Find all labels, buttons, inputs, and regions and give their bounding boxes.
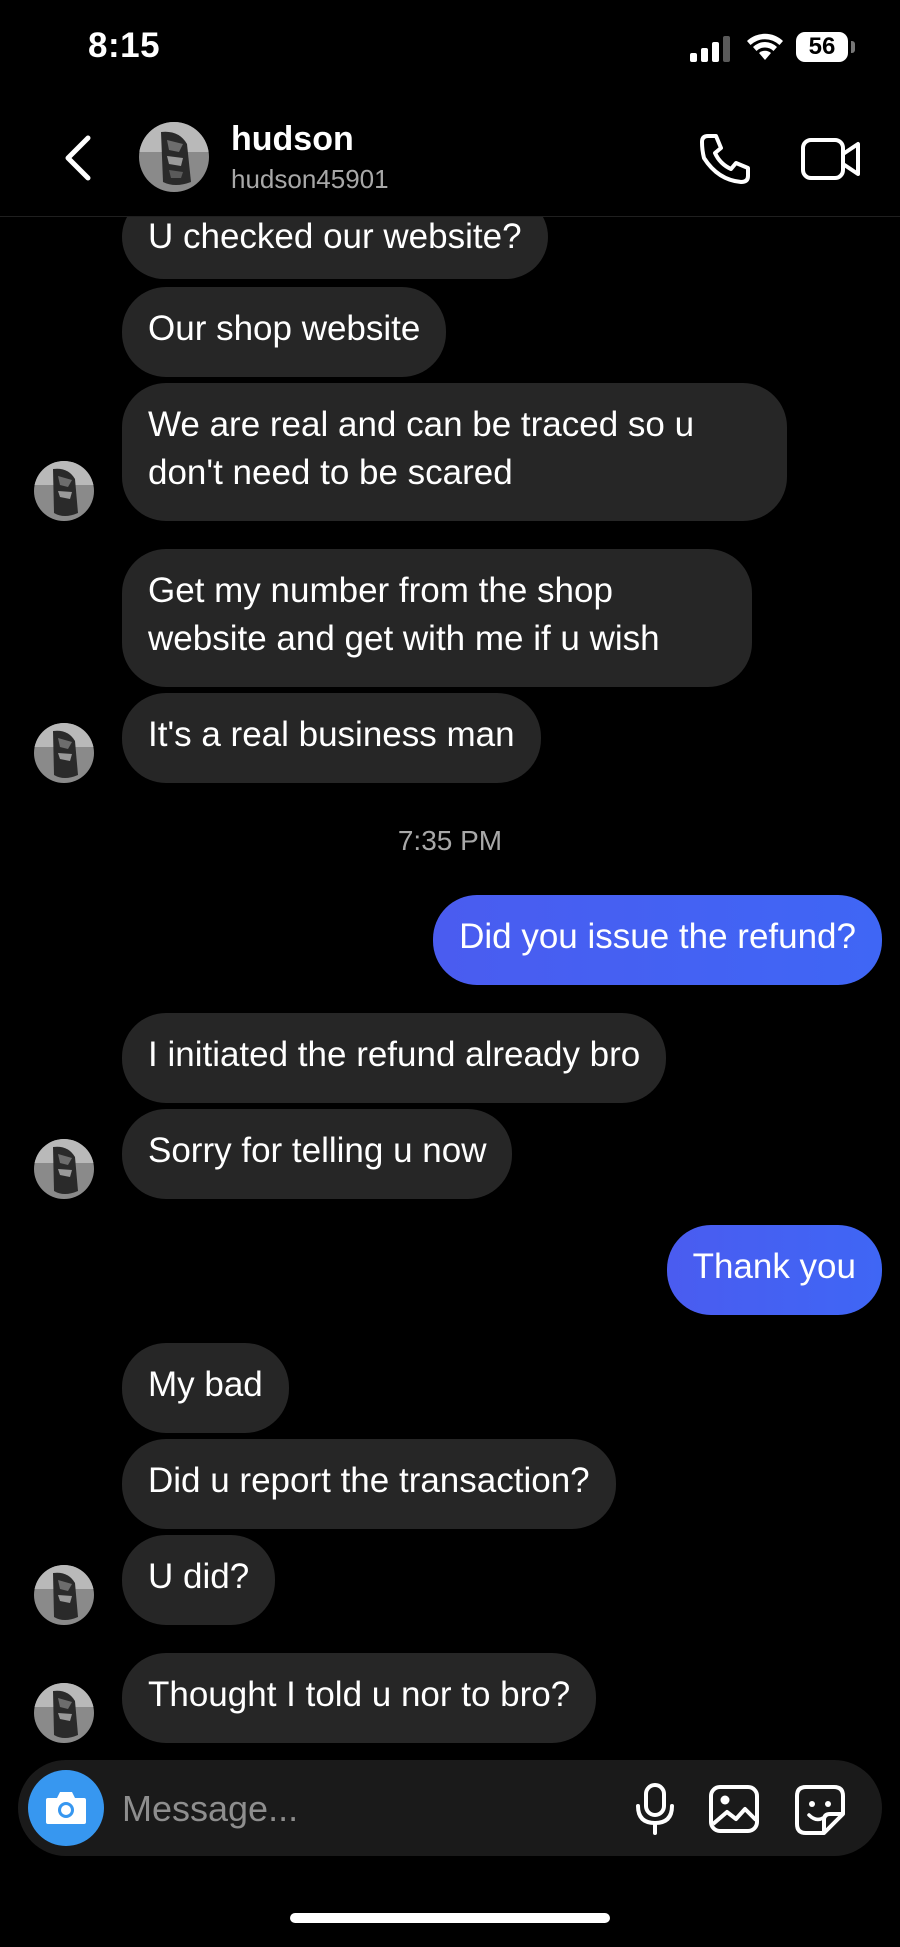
- message-timestamp: 7:35 PM: [397, 825, 503, 856]
- back-chevron-icon[interactable]: [58, 130, 98, 186]
- contact-name[interactable]: hudson: [231, 120, 354, 159]
- message-input[interactable]: [120, 1778, 624, 1840]
- sender-avatar[interactable]: [34, 461, 94, 521]
- gallery-icon[interactable]: [708, 1784, 760, 1834]
- message-bubble-received[interactable]: I initiated the refund already bro: [122, 1013, 667, 1103]
- status-time: 8:15: [88, 26, 161, 65]
- message-bubble-received[interactable]: Get my number from the shop website and …: [122, 549, 752, 687]
- battery-indicator: 56: [796, 32, 848, 62]
- contact-avatar[interactable]: [139, 122, 209, 192]
- camera-icon: [46, 1792, 86, 1824]
- video-call-icon[interactable]: [800, 134, 862, 184]
- message-bubble-received[interactable]: Sorry for telling u now: [122, 1109, 513, 1199]
- message-bubble-received[interactable]: Our shop website: [122, 287, 447, 377]
- sender-avatar[interactable]: [34, 723, 94, 783]
- sender-avatar[interactable]: [34, 1683, 94, 1743]
- message-bubble-received[interactable]: U checked our website?: [122, 217, 548, 279]
- message-bubble-received[interactable]: Did u report the transaction?: [122, 1439, 616, 1529]
- cellular-signal-icon: [690, 36, 730, 62]
- message-bubble-received[interactable]: It's a real business man: [122, 693, 541, 783]
- message-bubble-sent[interactable]: Thank you: [666, 1225, 882, 1315]
- home-indicator: [290, 1913, 610, 1923]
- message-bubble-received[interactable]: U did?: [122, 1535, 276, 1625]
- camera-button[interactable]: [28, 1770, 104, 1846]
- sender-avatar[interactable]: [34, 1565, 94, 1625]
- sender-avatar[interactable]: [34, 1139, 94, 1199]
- microphone-icon[interactable]: [630, 1782, 680, 1836]
- wifi-icon: [747, 33, 783, 60]
- message-thread[interactable]: U checked our website? Our shop website …: [0, 217, 900, 1757]
- message-bubble-received[interactable]: Thought I told u nor to bro?: [122, 1653, 597, 1743]
- phone-call-icon[interactable]: [694, 130, 754, 190]
- message-bubble-sent[interactable]: Did you issue the refund?: [433, 895, 882, 985]
- battery-nub: [851, 41, 855, 53]
- contact-username[interactable]: hudson45901: [231, 164, 389, 195]
- sticker-icon[interactable]: [794, 1784, 846, 1836]
- message-bubble-received[interactable]: We are real and can be traced so u don't…: [122, 383, 787, 521]
- chat-header: hudson hudson45901: [0, 100, 900, 217]
- message-composer: [18, 1760, 882, 1856]
- status-bar: 8:15 56: [0, 0, 900, 100]
- message-bubble-received[interactable]: My bad: [122, 1343, 289, 1433]
